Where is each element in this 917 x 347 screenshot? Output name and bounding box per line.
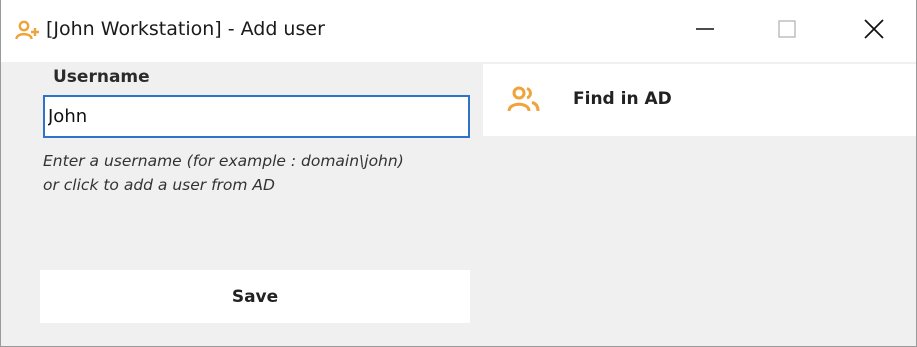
hint-line: or click to add a user from AD: [43, 176, 275, 194]
hint-line: Enter a username (for example : domain\j…: [43, 152, 404, 170]
maximize-icon: [777, 19, 797, 43]
title-bar[interactable]: [John Workstation] - Add user: [1, 0, 916, 62]
maximize-button[interactable]: [751, 0, 823, 62]
username-hint: Enter a username (for example : domain\j…: [43, 149, 473, 197]
close-button[interactable]: [838, 0, 910, 62]
find-in-ad-button[interactable]: Find in AD: [483, 64, 916, 136]
save-button[interactable]: Save: [40, 270, 470, 323]
find-in-ad-label: Find in AD: [573, 89, 672, 109]
close-icon: [863, 18, 885, 44]
add-user-window: [John Workstation] - Add user Username E…: [0, 0, 917, 347]
username-label: Username: [53, 67, 150, 87]
add-user-icon: [15, 20, 41, 42]
minimize-button[interactable]: [669, 0, 741, 62]
window-title: [John Workstation] - Add user: [46, 18, 325, 40]
users-icon: [507, 85, 543, 115]
dialog-body: Username Enter a username (for example :…: [1, 62, 916, 346]
minimize-icon: [695, 19, 715, 43]
username-input[interactable]: [43, 95, 470, 138]
